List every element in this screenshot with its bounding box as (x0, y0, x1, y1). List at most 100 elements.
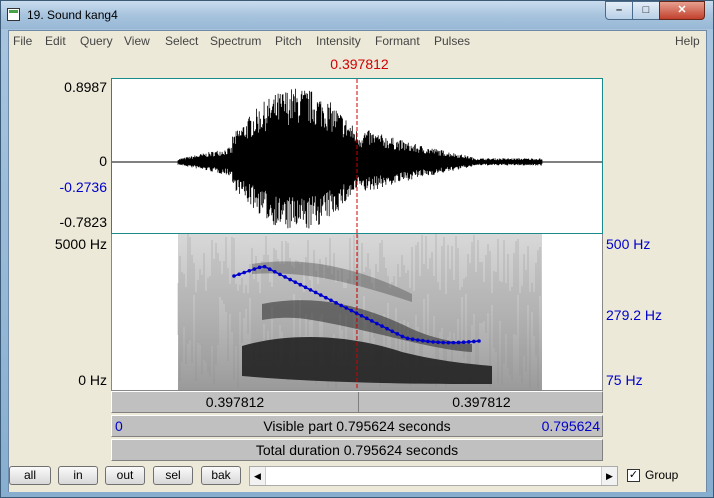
group-label: Group (645, 468, 679, 482)
client-area: File Edit Query View Select Spectrum Pit… (8, 30, 707, 492)
zoom-all-button[interactable]: all (9, 466, 51, 485)
visible-end-value: 0.795624 (541, 418, 600, 434)
pitch-point (385, 326, 389, 331)
visible-part-bar[interactable]: 0 Visible part 0.795624 seconds 0.795624 (111, 415, 603, 437)
time-scrollbar[interactable]: ◀ ▶ (249, 466, 618, 486)
pitch-point (410, 337, 415, 341)
spectrogram-plot (177, 234, 542, 390)
pitch-bottom-label: 75 Hz (606, 372, 643, 388)
title-bar[interactable]: 19. Sound kang4 – □ ✕ (1, 1, 713, 29)
pitch-point (456, 340, 461, 345)
pitch-point (472, 339, 476, 344)
pitch-point (405, 336, 410, 341)
pitch-point (364, 316, 369, 321)
pitch-point (466, 340, 471, 344)
pitch-point (237, 272, 241, 277)
cursor-time-value: 0.397812 (330, 56, 389, 72)
pitch-point (451, 340, 456, 345)
waveform-min-label: -0.7823 (59, 214, 107, 230)
pitch-point (247, 268, 252, 273)
menu-help[interactable]: Help (675, 34, 700, 48)
pitch-point (339, 303, 343, 308)
pitch-point (359, 313, 364, 318)
zoom-selection-button[interactable]: sel (153, 466, 193, 485)
pitch-point (293, 280, 298, 284)
cursor-time-label: 0.397812 (9, 56, 706, 72)
total-duration-bar[interactable]: Total duration 0.795624 seconds (111, 439, 603, 461)
scroll-right-arrow-icon[interactable]: ▶ (601, 467, 617, 485)
pitch-point (242, 270, 247, 275)
pitch-point (303, 285, 308, 290)
pitch-point (461, 340, 466, 345)
pitch-point (273, 269, 277, 274)
menu-query[interactable]: Query (80, 34, 113, 48)
menu-spectrum[interactable]: Spectrum (210, 34, 261, 48)
pitch-point (436, 340, 440, 345)
pitch-point (354, 311, 359, 315)
pitch-point (441, 340, 446, 345)
pitch-point (415, 338, 420, 342)
pitch-point (446, 340, 451, 345)
window-title: 19. Sound kang4 (27, 8, 118, 22)
zoom-back-button[interactable]: bak (201, 466, 241, 485)
menu-intensity[interactable]: Intensity (316, 34, 361, 48)
total-duration-text: Total duration 0.795624 seconds (255, 442, 459, 458)
pitch-point (390, 329, 395, 334)
pitch-point (380, 324, 384, 328)
waveform-signal (177, 88, 543, 229)
menu-pitch[interactable]: Pitch (275, 34, 302, 48)
pitch-point (421, 338, 425, 343)
menu-file[interactable]: File (13, 34, 32, 48)
pitch-mid-label: 279.2 Hz (606, 307, 663, 323)
maximize-button[interactable]: □ (632, 1, 660, 20)
scroll-left-arrow-icon[interactable]: ◀ (250, 467, 266, 485)
pitch-point (267, 267, 272, 272)
menu-pulses[interactable]: Pulses (434, 34, 470, 48)
pitch-top-label: 500 Hz (606, 236, 651, 252)
pitch-point (313, 290, 318, 295)
spectrogram-bottom-freq-label: 0 Hz (78, 372, 107, 388)
pitch-point (252, 267, 257, 271)
pitch-point (257, 265, 262, 270)
spectrogram-panel[interactable] (111, 234, 603, 391)
waveform-panel[interactable] (111, 78, 603, 234)
waveform-max-label: 0.8987 (64, 79, 107, 95)
pitch-point (477, 339, 481, 343)
time-bar-left[interactable]: 0.397812 (112, 392, 358, 412)
app-icon (7, 8, 20, 21)
pitch-point (329, 298, 333, 303)
pitch-point (288, 277, 292, 282)
pitch-point (232, 274, 236, 278)
menu-bar: File Edit Query View Select Spectrum Pit… (9, 31, 706, 51)
waveform-marker-label: -0.2736 (59, 179, 107, 195)
pitch-point (426, 339, 430, 344)
pitch-point (262, 264, 267, 269)
sound-editor-panel: 0.397812 0.8987 0 -0.2736 -0.7823 5000 H… (9, 52, 706, 461)
pitch-point (370, 319, 374, 323)
menu-view[interactable]: View (124, 34, 150, 48)
pitch-point (324, 295, 328, 300)
pitch-point (308, 288, 313, 292)
pitch-point (278, 272, 282, 277)
time-bar-right[interactable]: 0.397812 (358, 392, 604, 412)
waveform-zero-label: 0 (99, 153, 107, 169)
pitch-point (375, 321, 379, 326)
close-button[interactable]: ✕ (659, 1, 705, 20)
zoom-out-button[interactable]: out (105, 466, 145, 485)
praat-sound-window: 19. Sound kang4 – □ ✕ File Edit Query Vi… (0, 0, 714, 498)
spectrogram-top-freq-label: 5000 Hz (54, 236, 107, 252)
pitch-point (283, 275, 287, 279)
menu-formant[interactable]: Formant (375, 34, 420, 48)
pitch-point (318, 293, 323, 297)
cursor-time-bar: 0.397812 0.397812 (111, 391, 603, 413)
menu-select[interactable]: Select (165, 34, 198, 48)
minimize-button[interactable]: – (605, 1, 633, 20)
pitch-point (298, 282, 303, 287)
zoom-in-button[interactable]: in (58, 466, 98, 485)
pitch-point (349, 308, 354, 313)
menu-edit[interactable]: Edit (45, 34, 66, 48)
pitch-point (431, 340, 435, 344)
bottom-toolbar: all in out sel bak ◀ ▶ ✓ Group (9, 462, 706, 492)
visible-part-text: Visible part 0.795624 seconds (263, 418, 451, 434)
group-checkbox[interactable]: ✓ (627, 469, 640, 482)
